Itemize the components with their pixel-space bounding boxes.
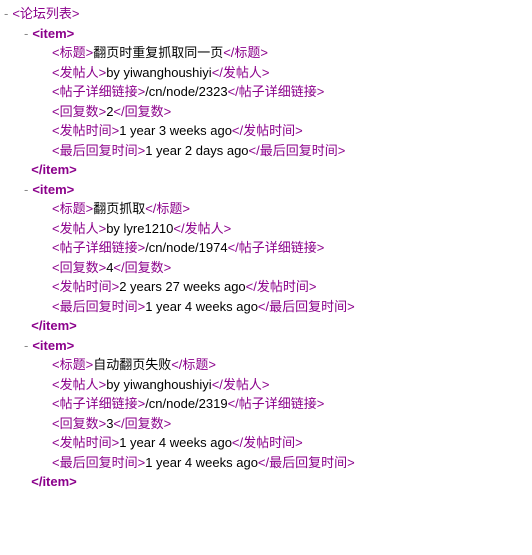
field-lastreply-1: <最后回复时间>1 year 4 weeks ago</最后回复时间> — [4, 297, 528, 317]
xml-tag: <标题> — [52, 357, 93, 372]
xml-close-tag: </帖子详细链接> — [228, 396, 325, 411]
xml-text: by lyre1210 — [106, 221, 173, 236]
xml-close-tag: </最后回复时间> — [258, 299, 355, 314]
xml-tag: <item> — [32, 26, 74, 41]
xml-close-tag: </最后回复时间> — [258, 455, 355, 470]
field-posted-2: <发帖时间>1 year 4 weeks ago</发帖时间> — [4, 433, 528, 453]
field-title-0: <标题>翻页时重复抓取同一页</标题> — [4, 43, 528, 63]
xml-text: /cn/node/1974 — [145, 240, 227, 255]
field-poster-0: <发帖人>by yiwanghoushiyi</发帖人> — [4, 63, 528, 83]
xml-tag: <发帖人> — [52, 221, 106, 236]
xml-tag: <帖子详细链接> — [52, 84, 145, 99]
field-replies-1: <回复数>4</回复数> — [4, 258, 528, 278]
xml-text: 翻页抓取 — [93, 201, 145, 216]
xml-close-tag: </发帖时间> — [232, 123, 303, 138]
item-close-0: </item> — [4, 160, 528, 180]
xml-text: 1 year 4 weeks ago — [145, 299, 258, 314]
field-poster-2: <发帖人>by yiwanghoushiyi</发帖人> — [4, 375, 528, 395]
xml-tag: <发帖时间> — [52, 123, 119, 138]
xml-text: 2 years 27 weeks ago — [119, 279, 245, 294]
xml-close-tag: </回复数> — [113, 260, 171, 275]
xml-tag: <最后回复时间> — [52, 299, 145, 314]
item-open-2: -<item> — [4, 336, 528, 356]
xml-tree-view: -<论坛列表>-<item><标题>翻页时重复抓取同一页</标题><发帖人>by… — [4, 4, 528, 492]
xml-tag: <item> — [32, 182, 74, 197]
xml-tag: <item> — [32, 338, 74, 353]
xml-close-tag: </标题> — [223, 45, 268, 60]
xml-text: 1 year 3 weeks ago — [119, 123, 232, 138]
xml-close-tag: </item> — [31, 474, 77, 489]
xml-close-tag: </发帖时间> — [232, 435, 303, 450]
xml-close-tag: </标题> — [145, 201, 190, 216]
xml-tag: <回复数> — [52, 104, 106, 119]
xml-tag: <回复数> — [52, 260, 106, 275]
xml-close-tag: </item> — [31, 162, 77, 177]
field-replies-0: <回复数>2</回复数> — [4, 102, 528, 122]
xml-close-tag: </发帖人> — [212, 377, 270, 392]
xml-tag: <发帖人> — [52, 377, 106, 392]
root-open: -<论坛列表> — [4, 4, 528, 24]
xml-text: /cn/node/2319 — [145, 396, 227, 411]
field-posted-0: <发帖时间>1 year 3 weeks ago</发帖时间> — [4, 121, 528, 141]
xml-close-tag: </帖子详细链接> — [228, 240, 325, 255]
xml-tag: <回复数> — [52, 416, 106, 431]
xml-text: 翻页时重复抓取同一页 — [93, 45, 223, 60]
xml-tag: <发帖时间> — [52, 279, 119, 294]
xml-close-tag: </回复数> — [113, 416, 171, 431]
xml-tag: <发帖时间> — [52, 435, 119, 450]
xml-text: 1 year 2 days ago — [145, 143, 248, 158]
field-posted-1: <发帖时间>2 years 27 weeks ago</发帖时间> — [4, 277, 528, 297]
xml-close-tag: </发帖人> — [212, 65, 270, 80]
field-link-2: <帖子详细链接>/cn/node/2319</帖子详细链接> — [4, 394, 528, 414]
item-close-1: </item> — [4, 316, 528, 336]
xml-tag: <发帖人> — [52, 65, 106, 80]
field-replies-2: <回复数>3</回复数> — [4, 414, 528, 434]
xml-close-tag: </回复数> — [113, 104, 171, 119]
xml-close-tag: </发帖人> — [173, 221, 231, 236]
field-link-1: <帖子详细链接>/cn/node/1974</帖子详细链接> — [4, 238, 528, 258]
xml-tag: <最后回复时间> — [52, 455, 145, 470]
item-open-1: -<item> — [4, 180, 528, 200]
xml-tag: <帖子详细链接> — [52, 240, 145, 255]
field-lastreply-0: <最后回复时间>1 year 2 days ago</最后回复时间> — [4, 141, 528, 161]
xml-tag: <标题> — [52, 45, 93, 60]
field-title-2: <标题>自动翻页失败</标题> — [4, 355, 528, 375]
xml-close-tag: </item> — [31, 318, 77, 333]
xml-text: 自动翻页失败 — [93, 357, 171, 372]
field-title-1: <标题>翻页抓取</标题> — [4, 199, 528, 219]
xml-text: 1 year 4 weeks ago — [119, 435, 232, 450]
xml-tag: <论坛列表> — [12, 6, 79, 21]
xml-text: by yiwanghoushiyi — [106, 377, 212, 392]
xml-tag: <帖子详细链接> — [52, 396, 145, 411]
xml-tag: <最后回复时间> — [52, 143, 145, 158]
field-lastreply-2: <最后回复时间>1 year 4 weeks ago</最后回复时间> — [4, 453, 528, 473]
xml-close-tag: </标题> — [171, 357, 216, 372]
xml-close-tag: </发帖时间> — [246, 279, 317, 294]
xml-text: 1 year 4 weeks ago — [145, 455, 258, 470]
xml-tag: <标题> — [52, 201, 93, 216]
item-open-0: -<item> — [4, 24, 528, 44]
item-close-2: </item> — [4, 472, 528, 492]
xml-close-tag: </帖子详细链接> — [228, 84, 325, 99]
field-poster-1: <发帖人>by lyre1210</发帖人> — [4, 219, 528, 239]
xml-close-tag: </最后回复时间> — [249, 143, 346, 158]
xml-text: /cn/node/2323 — [145, 84, 227, 99]
field-link-0: <帖子详细链接>/cn/node/2323</帖子详细链接> — [4, 82, 528, 102]
xml-text: by yiwanghoushiyi — [106, 65, 212, 80]
